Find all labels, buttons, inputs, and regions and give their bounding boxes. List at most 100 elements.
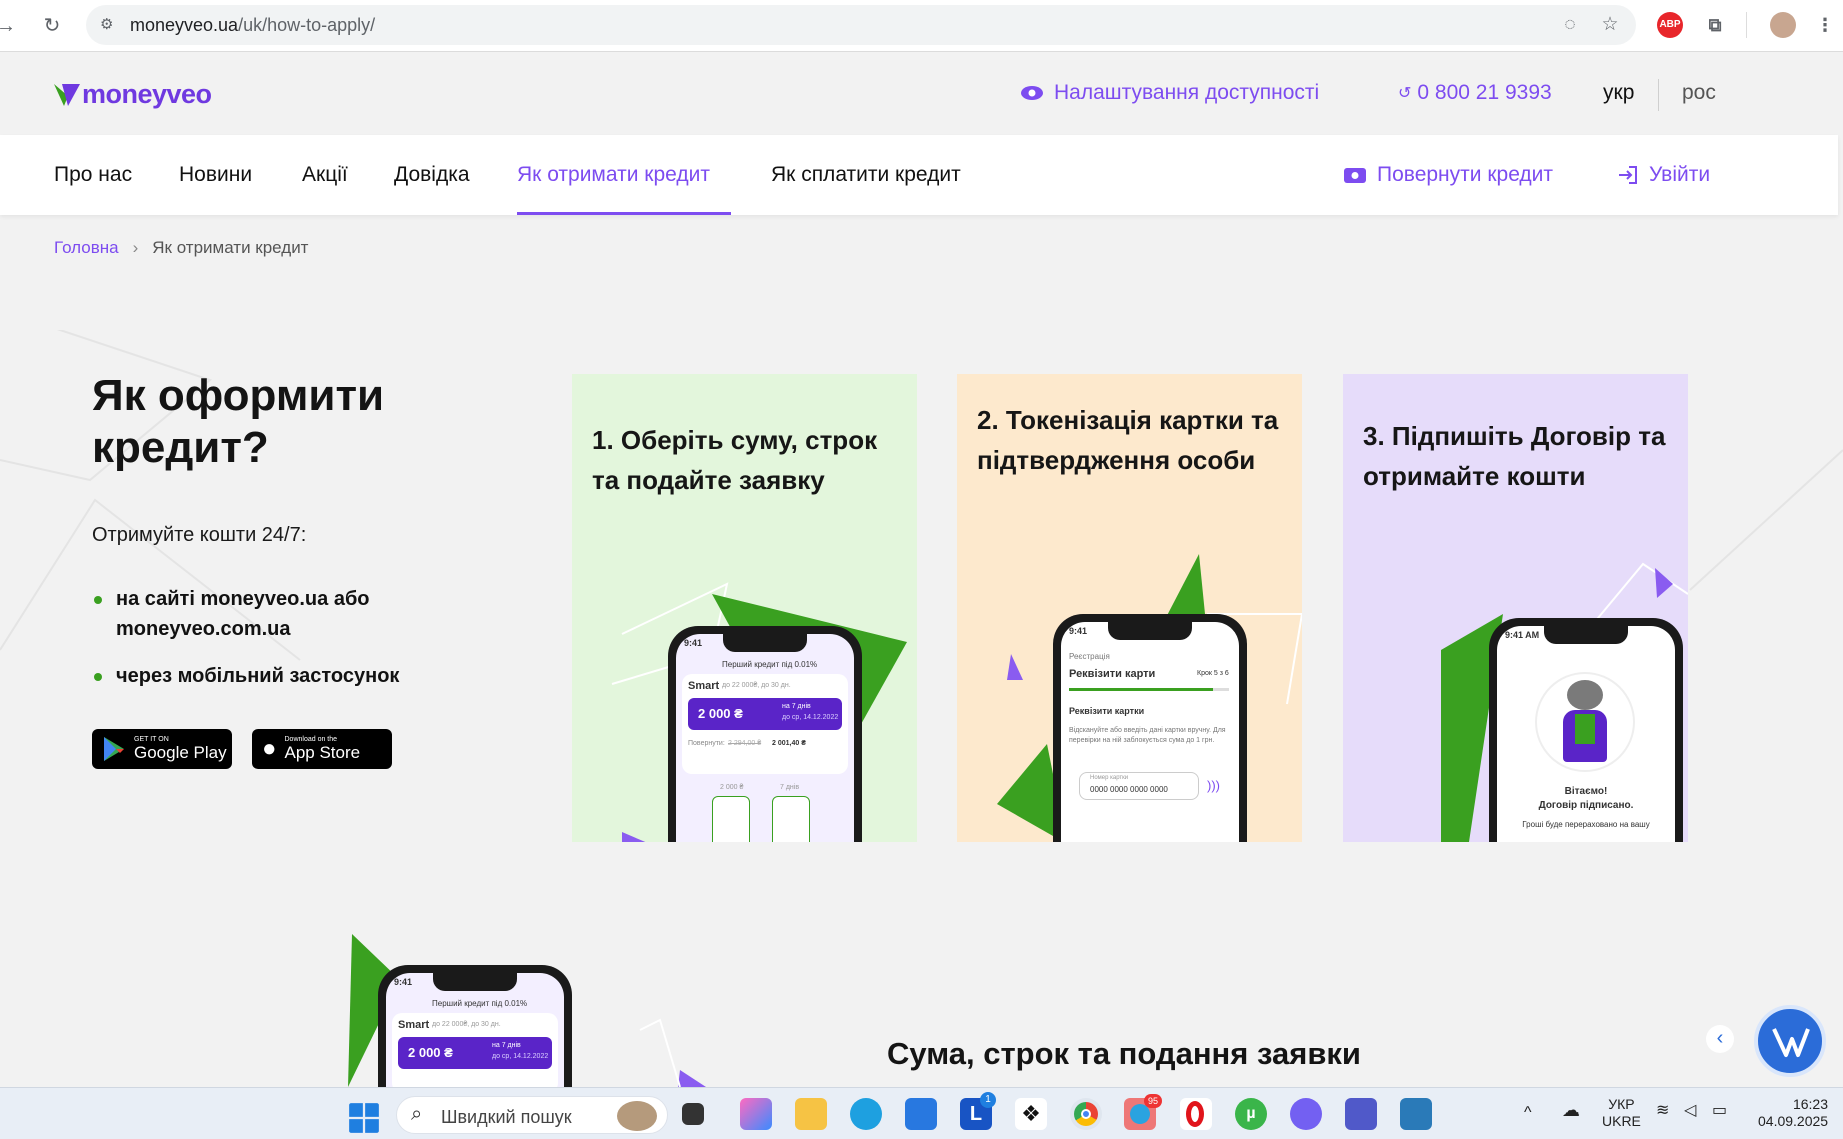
input-language-indicator[interactable]: УКР UKRE — [1602, 1096, 1641, 1130]
chevron-left-icon[interactable]: ‹ — [1706, 1025, 1734, 1053]
section-title: Сума, строк та подання заявки — [887, 1036, 1361, 1071]
main-navigation: Про нас Новини Акції Довідка Як отримати… — [0, 135, 1838, 215]
login-link[interactable]: Увійти — [1617, 163, 1710, 187]
site-settings-icon[interactable]: ⚙ — [100, 15, 120, 35]
phone-product: Smart — [688, 680, 720, 692]
nav-help[interactable]: Довідка — [394, 163, 470, 187]
page-title: Як оформити кредит? — [92, 371, 385, 472]
phone-slider-a: 2 000 ₴ — [720, 784, 744, 791]
phone-time: 9:41 — [1069, 626, 1088, 636]
notification-badge: 1 — [980, 1092, 996, 1108]
chat-widget-icon — [1772, 1028, 1810, 1057]
repay-credit-link[interactable]: Повернути кредит — [1343, 163, 1553, 187]
phone-time: 9:41 — [394, 977, 413, 987]
phone-product-hint: до 22 000₴, до 30 дн. — [722, 682, 791, 689]
bookmark-star-icon[interactable]: ☆ — [1598, 13, 1622, 37]
phone-due: до ср, 14.12.2022 — [782, 714, 839, 721]
toolbar-divider — [1746, 12, 1747, 38]
profile-avatar[interactable] — [1770, 12, 1796, 38]
list-item: на сайті moneyveo.ua або moneyveo.com.ua — [92, 584, 452, 644]
google-play-icon — [104, 737, 124, 761]
phone-progress-bar — [1069, 688, 1213, 691]
search-highlight-image — [617, 1101, 657, 1131]
phone-line2: Договір підписано. — [1538, 800, 1634, 811]
phone-slider-b: 7 днів — [780, 784, 800, 791]
phone-mockup: 9:41 Перший кредит під 0.01% Smart до 22… — [668, 626, 862, 842]
phone-mockup: 9:41 AM Вітаємо! Договір підписано. Грош… — [1489, 618, 1683, 842]
phone-field-label: Номер картки — [1090, 775, 1129, 781]
address-bar[interactable]: ⚙ moneyveo.ua/uk/how-to-apply/ ◌ ☆ — [86, 5, 1636, 45]
clock-time: 16:23 — [1792, 1096, 1828, 1112]
taskbar-search[interactable]: ⌕ Швидкий пошук — [396, 1096, 668, 1134]
hotline-phone-link[interactable]: ↺ 0 800 21 9393 — [1398, 81, 1552, 105]
lang-ukr[interactable]: укр — [1603, 81, 1634, 105]
site-top-bar: moneyveo Налаштування доступності ↺ 0 80… — [0, 53, 1843, 135]
step-title: 3. Підпишіть Договір та отримайте кошти — [1363, 421, 1666, 491]
phone-product-hint: до 22 000₴, до 30 дн. — [432, 1021, 501, 1028]
breadcrumb-separator: › — [132, 238, 139, 257]
nav-active-underline — [517, 212, 731, 215]
url-text[interactable]: moneyveo.ua/uk/how-to-apply/ — [130, 15, 375, 36]
phone-line1: Вітаємо! — [1564, 786, 1608, 797]
nav-about[interactable]: Про нас — [54, 163, 132, 187]
viber-icon[interactable] — [1290, 1098, 1322, 1130]
breadcrumb: Головна › Як отримати кредит — [54, 238, 308, 258]
step-card-3: 3. Підпишіть Договір та отримайте кошти … — [1343, 374, 1688, 842]
battery-icon[interactable]: ▭ — [1712, 1102, 1727, 1119]
phone-promo: Перший кредит під 0.01% — [432, 999, 528, 1008]
phone-heading: Реквізити карти — [1069, 668, 1156, 680]
breadcrumb-home[interactable]: Головна — [54, 238, 119, 258]
wallet-icon — [1344, 168, 1366, 183]
utorrent-icon[interactable]: µ — [1235, 1098, 1267, 1130]
notepad-icon[interactable] — [1400, 1098, 1432, 1130]
store-icon[interactable] — [905, 1098, 937, 1130]
phone-repay-label: Повернути: — [688, 740, 725, 747]
accessibility-settings-link[interactable]: Налаштування доступності — [1020, 81, 1319, 105]
nav-how-to-pay[interactable]: Як сплатити кредит — [771, 163, 961, 187]
phone-time: 9:41 — [684, 638, 703, 648]
eye-off-icon[interactable]: ◌ — [1558, 13, 1582, 37]
teams-icon[interactable] — [1345, 1098, 1377, 1130]
phone-product: Smart — [398, 1019, 430, 1031]
phone-time: 9:41 AM — [1505, 630, 1540, 640]
wifi-icon[interactable]: ≋ — [1656, 1102, 1669, 1119]
adblock-icon[interactable]: ABP — [1657, 12, 1683, 38]
phone-subheading: Реквізити картки — [1069, 706, 1145, 716]
browser-toolbar: → ↻ ⚙ moneyveo.ua/uk/how-to-apply/ ◌ ☆ A… — [0, 0, 1843, 52]
breadcrumb-current: Як отримати кредит — [152, 238, 309, 257]
eye-icon — [1021, 86, 1043, 100]
chrome-icon[interactable] — [1070, 1098, 1102, 1130]
step-title: 2. Токенізація картки та підтвердження о… — [977, 405, 1279, 475]
google-play-button[interactable]: GET IT ON Google Play — [92, 729, 232, 769]
clock[interactable]: 16:23 04.09.2025 — [1758, 1096, 1828, 1130]
lang-divider — [1658, 79, 1659, 111]
menu-kebab-icon[interactable]: ⋮ — [1812, 12, 1838, 38]
lang-rus[interactable]: рос — [1682, 81, 1716, 105]
step-card-1: 1. Оберіть суму, строк та подайте заявку… — [572, 374, 917, 842]
windows-start-icon[interactable] — [348, 1102, 380, 1134]
opera-icon[interactable] — [1180, 1098, 1212, 1130]
clock-date: 04.09.2025 — [1758, 1113, 1829, 1129]
nav-promotions[interactable]: Акції — [302, 163, 348, 187]
phone-section: Реєстрація — [1069, 652, 1110, 661]
extensions-icon[interactable]: ⧉ — [1702, 12, 1728, 38]
moneyveo-logo[interactable]: moneyveo — [54, 79, 212, 110]
tray-chevron-up-icon[interactable]: ^ — [1524, 1104, 1532, 1121]
onedrive-icon[interactable]: ☁ — [1562, 1101, 1580, 1119]
dropbox-icon[interactable]: ❖ — [1015, 1098, 1047, 1130]
telegram-badge: 95 — [1144, 1094, 1162, 1108]
nav-how-to-get-credit[interactable]: Як отримати кредит — [517, 163, 710, 187]
task-view-icon[interactable] — [682, 1103, 704, 1125]
lang-bottom: UKRE — [1602, 1113, 1641, 1129]
app-store-button[interactable]: ● Download on the App Store — [252, 729, 392, 769]
chat-widget-button[interactable] — [1754, 1005, 1826, 1077]
back-icon[interactable]: → — [0, 12, 20, 40]
file-explorer-icon[interactable] — [795, 1098, 827, 1130]
reload-icon[interactable]: ↻ — [38, 12, 66, 40]
lang-top: УКР — [1608, 1096, 1635, 1112]
copilot-icon[interactable] — [740, 1098, 772, 1130]
phone-icon: ↺ — [1398, 85, 1412, 102]
edge-icon[interactable] — [850, 1098, 882, 1130]
volume-icon[interactable]: ◁ — [1684, 1102, 1696, 1119]
nav-news[interactable]: Новини — [179, 163, 252, 187]
